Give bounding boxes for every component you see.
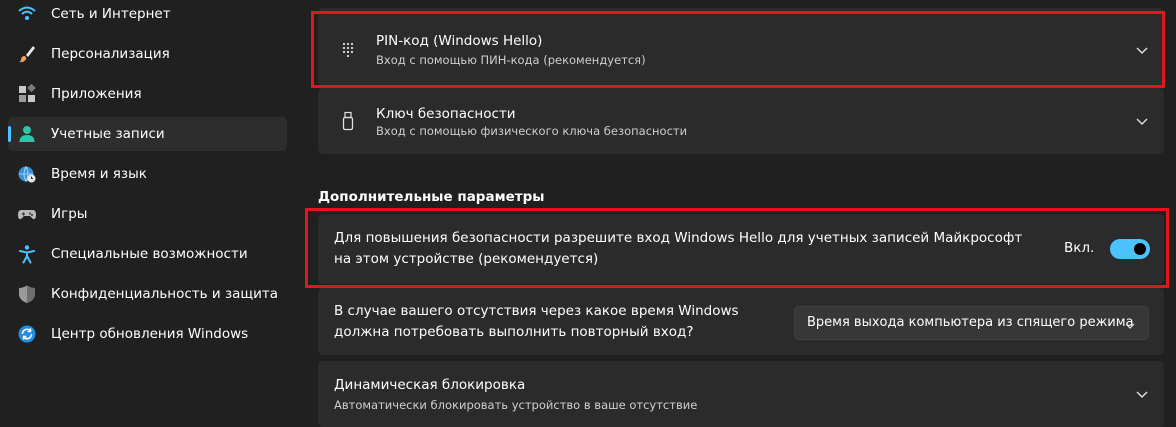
apps-icon: [17, 84, 37, 104]
sidebar-item-windows-update[interactable]: Центр обновления Windows: [8, 317, 287, 351]
update-icon: [17, 324, 37, 344]
chevron-down-icon: [1124, 317, 1136, 329]
sidebar-item-personalization[interactable]: Персонализация: [8, 37, 287, 71]
toggle-state-label: Вкл.: [1064, 240, 1095, 256]
pin-subtitle: Вход с помощью ПИН-кода (рекомендуется): [376, 53, 646, 67]
sidebar-item-time-language[interactable]: Время и язык: [8, 157, 287, 191]
sidebar-item-network[interactable]: Сеть и Интернет: [8, 0, 287, 31]
sidebar-item-gaming[interactable]: Игры: [8, 197, 287, 231]
hello-only-toggle[interactable]: [1110, 239, 1150, 259]
sidebar-item-label: Приложения: [51, 86, 142, 102]
toggle-knob: [1134, 243, 1146, 255]
sidebar-item-label: Сеть и Интернет: [51, 6, 171, 22]
security-key-subtitle: Вход с помощью физического ключа безопас…: [376, 124, 688, 138]
sidebar-item-label: Центр обновления Windows: [51, 326, 249, 342]
chevron-down-icon[interactable]: [1134, 42, 1150, 58]
brush-icon: [17, 44, 37, 64]
sidebar-item-label: Конфиденциальность и защита: [51, 286, 279, 302]
dropdown-value: Время выхода компьютера из спящего режим…: [807, 315, 1134, 330]
dynamic-lock-title: Динамическая блокировка: [334, 377, 526, 393]
dynamic-lock-subtitle: Автоматически блокировать устройство в в…: [334, 398, 698, 412]
settings-window: Сеть и Интернет Персонализация Приложени…: [0, 0, 1176, 427]
accessibility-icon: [17, 244, 37, 264]
sidebar-item-label: Игры: [51, 206, 88, 222]
section-title: Дополнительные параметры: [318, 189, 545, 205]
dynamic-lock-card[interactable]: Динамическая блокировка Автоматически бл…: [318, 361, 1164, 427]
sidebar-item-privacy[interactable]: Конфиденциальность и защита: [8, 277, 287, 311]
keypad-icon: [338, 40, 358, 60]
sidebar-item-accounts[interactable]: Учетные записи: [8, 117, 287, 151]
sidebar-item-apps[interactable]: Приложения: [8, 77, 287, 111]
pin-title: PIN-код (Windows Hello): [376, 33, 543, 49]
pin-card[interactable]: PIN-код (Windows Hello) Вход с помощью П…: [318, 8, 1164, 86]
sidebar-item-label: Персонализация: [51, 46, 170, 62]
hello-only-card: Для повышения безопасности разрешите вхо…: [318, 214, 1164, 284]
sidebar-item-label: Время и язык: [51, 166, 147, 182]
person-icon: [17, 124, 37, 144]
sidebar-item-label: Специальные возможности: [51, 246, 248, 262]
wifi-icon: [17, 4, 37, 24]
gamepad-icon: [17, 204, 37, 224]
usb-key-icon: [338, 111, 358, 131]
sidebar: Сеть и Интернет Персонализация Приложени…: [0, 0, 300, 427]
shield-icon: [17, 284, 37, 304]
sidebar-item-label: Учетные записи: [51, 126, 165, 142]
chevron-down-icon[interactable]: [1134, 386, 1150, 402]
globe-clock-icon: [17, 164, 37, 184]
signin-required-text: В случае вашего отсутствия через какое в…: [334, 303, 739, 340]
hello-only-text: Для повышения безопасности разрешите вхо…: [334, 230, 1023, 267]
security-key-title: Ключ безопасности: [376, 106, 516, 122]
signin-required-dropdown[interactable]: Время выхода компьютера из спящего режим…: [794, 306, 1149, 340]
chevron-down-icon[interactable]: [1134, 113, 1150, 129]
security-key-card[interactable]: Ключ безопасности Вход с помощью физичес…: [318, 88, 1164, 154]
sidebar-item-accessibility[interactable]: Специальные возможности: [8, 237, 287, 271]
